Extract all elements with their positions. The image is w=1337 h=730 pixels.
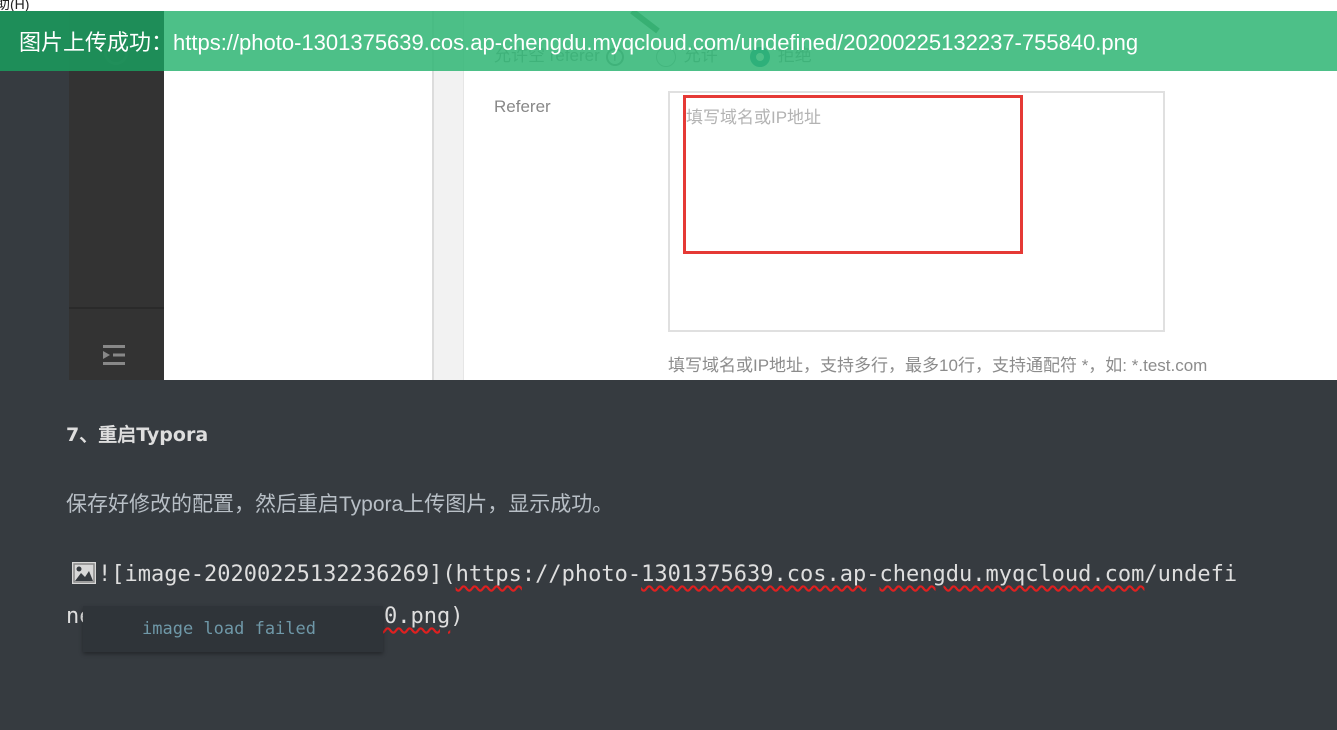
paragraph-text: 保存好修改的配置，然后重启Typora上传图片，显示成功。 bbox=[66, 493, 614, 516]
upload-success-text: 图片上传成功：https://photo-1301375639.cos.ap-c… bbox=[19, 30, 1139, 55]
image-load-failed-tooltip: image load failed bbox=[83, 606, 383, 652]
menu-help[interactable]: 助(H) bbox=[0, 0, 29, 11]
upload-success-notification: 图片上传成功：https://photo-1301375639.cos.ap-c… bbox=[0, 11, 1337, 71]
app-menu-bar: 助(H) bbox=[0, 0, 1337, 11]
typora-editor[interactable]: 7、重启Typora 保存好修改的配置，然后重启Typora上传图片，显示成功。… bbox=[0, 380, 1337, 730]
referer-label: Referer bbox=[494, 97, 551, 116]
section-heading: 7、重启Typora bbox=[66, 424, 209, 446]
annotation-highlight-box bbox=[683, 95, 1023, 254]
broken-image-icon bbox=[72, 562, 96, 584]
outline-toggle-icon bbox=[103, 345, 125, 365]
sidebar-divider bbox=[69, 307, 164, 309]
markdown-image-source[interactable]: ![image-20200225132236269](https://photo… bbox=[66, 562, 1237, 587]
referer-hint: 填写域名或IP地址，支持多行，最多10行，支持通配符 *，如: *.test.c… bbox=[668, 356, 1208, 375]
